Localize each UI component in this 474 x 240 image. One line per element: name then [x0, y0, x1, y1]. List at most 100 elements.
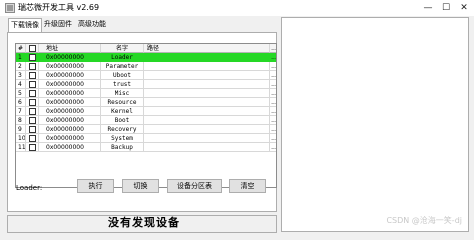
header-select-all[interactable]	[26, 44, 39, 53]
row-path[interactable]	[144, 89, 270, 98]
header-name: 名字	[101, 44, 144, 53]
row-checkbox-cell[interactable]	[26, 80, 39, 89]
row-checkbox[interactable]	[29, 144, 36, 151]
switch-button[interactable]: 切换	[122, 179, 159, 193]
tab-upgrade-firmware[interactable]: 升级固件	[42, 18, 74, 31]
row-address: 0x00000000	[39, 71, 101, 80]
row-path[interactable]	[144, 80, 270, 89]
header-more: ...	[270, 44, 277, 53]
row-browse-button[interactable]: ...	[270, 98, 276, 107]
row-index: 9	[16, 125, 26, 134]
row-address: 0x00000000	[39, 125, 101, 134]
row-path[interactable]	[144, 53, 270, 62]
row-browse-button[interactable]: ...	[270, 107, 276, 116]
row-address: 0x00000000	[39, 53, 101, 62]
row-browse-button[interactable]: ...	[270, 125, 276, 134]
app-icon	[5, 3, 15, 13]
row-index: 7	[16, 107, 26, 116]
row-checkbox[interactable]	[29, 81, 36, 88]
close-button[interactable]: ✕	[458, 2, 470, 14]
row-checkbox-cell[interactable]	[26, 143, 39, 152]
row-path[interactable]	[144, 62, 270, 71]
watermark: CSDN @沧海一笑-dj	[386, 216, 462, 225]
row-address: 0x00000000	[39, 107, 101, 116]
table-row[interactable]: 8 0x00000000 Boot...	[16, 116, 276, 125]
row-checkbox[interactable]	[29, 135, 36, 142]
table-row[interactable]: 9 0x00000000 Recovery...	[16, 125, 276, 134]
table-row[interactable]: 10 0x00000000 System...	[16, 134, 276, 143]
row-checkbox[interactable]	[29, 117, 36, 124]
row-checkbox-cell[interactable]	[26, 98, 39, 107]
table-row[interactable]: 2 0x00000000 Parameter...	[16, 62, 276, 71]
row-name: Parameter	[101, 62, 144, 71]
row-name: Boot	[101, 116, 144, 125]
table-row[interactable]: 3 0x00000000 Uboot...	[16, 71, 276, 80]
table-row[interactable]: 1 0x00000000 Loader...	[16, 53, 276, 62]
row-browse-button[interactable]: ...	[270, 116, 276, 125]
row-index: 10	[16, 134, 26, 143]
row-browse-button[interactable]: ...	[270, 143, 276, 152]
row-path[interactable]	[144, 71, 270, 80]
partition-table: # 地址 名字 路径 ... 1 0x00000000 Loader... 2 0x00…	[15, 43, 277, 188]
row-checkbox-cell[interactable]	[26, 71, 39, 80]
tab-download-image[interactable]: 下载镜像	[8, 18, 42, 33]
row-checkbox[interactable]	[29, 54, 36, 61]
row-name: Loader	[101, 53, 144, 62]
row-address: 0x00000000	[39, 116, 101, 125]
row-address: 0x00000000	[39, 62, 101, 71]
row-checkbox[interactable]	[29, 63, 36, 70]
row-browse-button[interactable]: ...	[270, 53, 276, 62]
row-address: 0x00000000	[39, 89, 101, 98]
row-address: 0x00000000	[39, 134, 101, 143]
row-browse-button[interactable]: ...	[270, 80, 276, 89]
row-name: Kernel	[101, 107, 144, 116]
row-checkbox[interactable]	[29, 90, 36, 97]
row-checkbox[interactable]	[29, 126, 36, 133]
row-checkbox-cell[interactable]	[26, 116, 39, 125]
tab-advanced-functions[interactable]: 高级功能	[76, 18, 108, 31]
row-checkbox-cell[interactable]	[26, 107, 39, 116]
row-browse-button[interactable]: ...	[270, 89, 276, 98]
table-row[interactable]: 4 0x00000000 trust...	[16, 80, 276, 89]
table-row[interactable]: 5 0x00000000 Misc...	[16, 89, 276, 98]
header-path: 路径	[144, 44, 270, 53]
row-index: 8	[16, 116, 26, 125]
row-checkbox[interactable]	[29, 99, 36, 106]
row-name: trust	[101, 80, 144, 89]
select-all-checkbox[interactable]	[29, 45, 36, 52]
row-address: 0x00000000	[39, 143, 101, 152]
row-path[interactable]	[144, 116, 270, 125]
clear-button[interactable]: 清空	[229, 179, 266, 193]
row-browse-button[interactable]: ...	[270, 134, 276, 143]
table-row[interactable]: 6 0x00000000 Resource...	[16, 98, 276, 107]
table-header: # 地址 名字 路径 ...	[16, 44, 277, 53]
row-path[interactable]	[144, 125, 270, 134]
download-image-panel: # 地址 名字 路径 ... 1 0x00000000 Loader... 2 0x00…	[7, 32, 277, 212]
row-path[interactable]	[144, 143, 270, 152]
row-browse-button[interactable]: ...	[270, 62, 276, 71]
row-checkbox-cell[interactable]	[26, 89, 39, 98]
row-checkbox[interactable]	[29, 72, 36, 79]
table-row[interactable]: 7 0x00000000 Kernel...	[16, 107, 276, 116]
row-checkbox[interactable]	[29, 108, 36, 115]
header-index: #	[16, 44, 26, 53]
maximize-button[interactable]: ☐	[440, 2, 452, 14]
device-partition-table-button[interactable]: 设备分区表	[167, 179, 222, 193]
row-address: 0x00000000	[39, 98, 101, 107]
log-panel[interactable]: CSDN @沧海一笑-dj	[281, 17, 469, 232]
row-path[interactable]	[144, 134, 270, 143]
minimize-button[interactable]: —	[422, 2, 434, 14]
execute-button[interactable]: 执行	[77, 179, 114, 193]
row-checkbox-cell[interactable]	[26, 125, 39, 134]
row-name: Misc	[101, 89, 144, 98]
row-checkbox-cell[interactable]	[26, 62, 39, 71]
row-checkbox-cell[interactable]	[26, 134, 39, 143]
row-path[interactable]	[144, 98, 270, 107]
row-checkbox-cell[interactable]	[26, 53, 39, 62]
row-path[interactable]	[144, 107, 270, 116]
header-address: 地址	[39, 44, 101, 53]
row-browse-button[interactable]: ...	[270, 71, 276, 80]
window-title: 瑞芯微开发工具 v2.69	[18, 3, 100, 12]
row-index: 4	[16, 80, 26, 89]
table-row[interactable]: 11 0x00000000 Backup...	[16, 143, 276, 152]
